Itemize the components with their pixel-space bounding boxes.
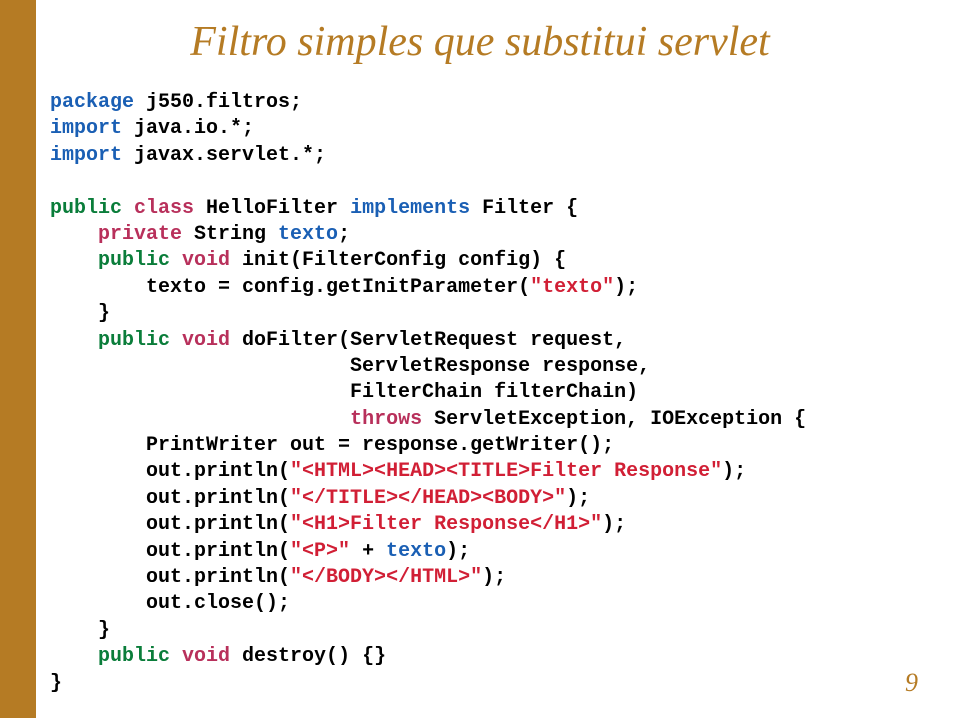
code-text: ServletException, IOException {	[434, 408, 806, 431]
code-text: out.close();	[50, 592, 290, 615]
kw-void: void	[182, 329, 242, 352]
slide-title: Filtro simples que substitui servlet	[50, 18, 910, 66]
code-text: out.println(	[50, 460, 290, 483]
indent	[50, 645, 98, 668]
kw-private: private	[98, 223, 194, 246]
string-literal: "</BODY></HTML>"	[290, 566, 482, 589]
code-text: }	[50, 619, 110, 642]
indent	[50, 408, 350, 431]
code-text: +	[362, 540, 386, 563]
kw-throws: throws	[350, 408, 434, 431]
code-text: );	[722, 460, 746, 483]
kw-implements: implements	[350, 197, 482, 220]
string-literal: "<HTML><HEAD><TITLE>Filter Response"	[290, 460, 722, 483]
code-text: init(FilterConfig config) {	[242, 249, 566, 272]
code-block: package j550.filtros; import java.io.*; …	[50, 90, 910, 697]
code-text: FilterChain filterChain)	[50, 381, 638, 404]
ident: texto	[278, 223, 338, 246]
kw-public: public	[98, 329, 182, 352]
code-text: doFilter(ServletRequest request,	[242, 329, 626, 352]
code-text: Filter {	[482, 197, 578, 220]
code-text: }	[50, 672, 62, 695]
code-text: out.println(	[50, 487, 290, 510]
accent-bar	[0, 0, 36, 718]
code-text: out.println(	[50, 540, 290, 563]
page-number: 9	[905, 668, 918, 698]
string-literal: "texto"	[530, 276, 614, 299]
code-text: }	[50, 302, 110, 325]
code-text: );	[482, 566, 506, 589]
indent	[50, 223, 98, 246]
string-literal: "<H1>Filter Response</H1>"	[290, 513, 602, 536]
code-text: );	[614, 276, 638, 299]
code-text: destroy() {}	[242, 645, 386, 668]
code-text: );	[602, 513, 626, 536]
slide: Filtro simples que substitui servlet pac…	[0, 0, 960, 718]
kw-package: package	[50, 91, 146, 114]
kw-void: void	[182, 645, 242, 668]
code-text: );	[566, 487, 590, 510]
kw-public: public	[98, 645, 182, 668]
code-text: j550.filtros;	[146, 91, 302, 114]
kw-public: public	[98, 249, 182, 272]
indent	[50, 249, 98, 272]
string-literal: "<P>"	[290, 540, 362, 563]
code-text: out.println(	[50, 513, 290, 536]
string-literal: "</TITLE></HEAD><BODY>"	[290, 487, 566, 510]
indent	[50, 329, 98, 352]
code-text: String	[194, 223, 278, 246]
kw-void: void	[182, 249, 242, 272]
code-text: texto = config.getInitParameter(	[50, 276, 530, 299]
kw-import: import	[50, 117, 134, 140]
ident: texto	[386, 540, 446, 563]
code-text: );	[446, 540, 470, 563]
code-text: javax.servlet.*;	[134, 144, 326, 167]
kw-public: public	[50, 197, 134, 220]
code-text: ;	[338, 223, 350, 246]
code-text: ServletResponse response,	[50, 355, 650, 378]
code-text: out.println(	[50, 566, 290, 589]
code-text: HelloFilter	[206, 197, 350, 220]
kw-class: class	[134, 197, 206, 220]
code-text: java.io.*;	[134, 117, 254, 140]
kw-import: import	[50, 144, 134, 167]
code-text: PrintWriter out = response.getWriter();	[50, 434, 614, 457]
